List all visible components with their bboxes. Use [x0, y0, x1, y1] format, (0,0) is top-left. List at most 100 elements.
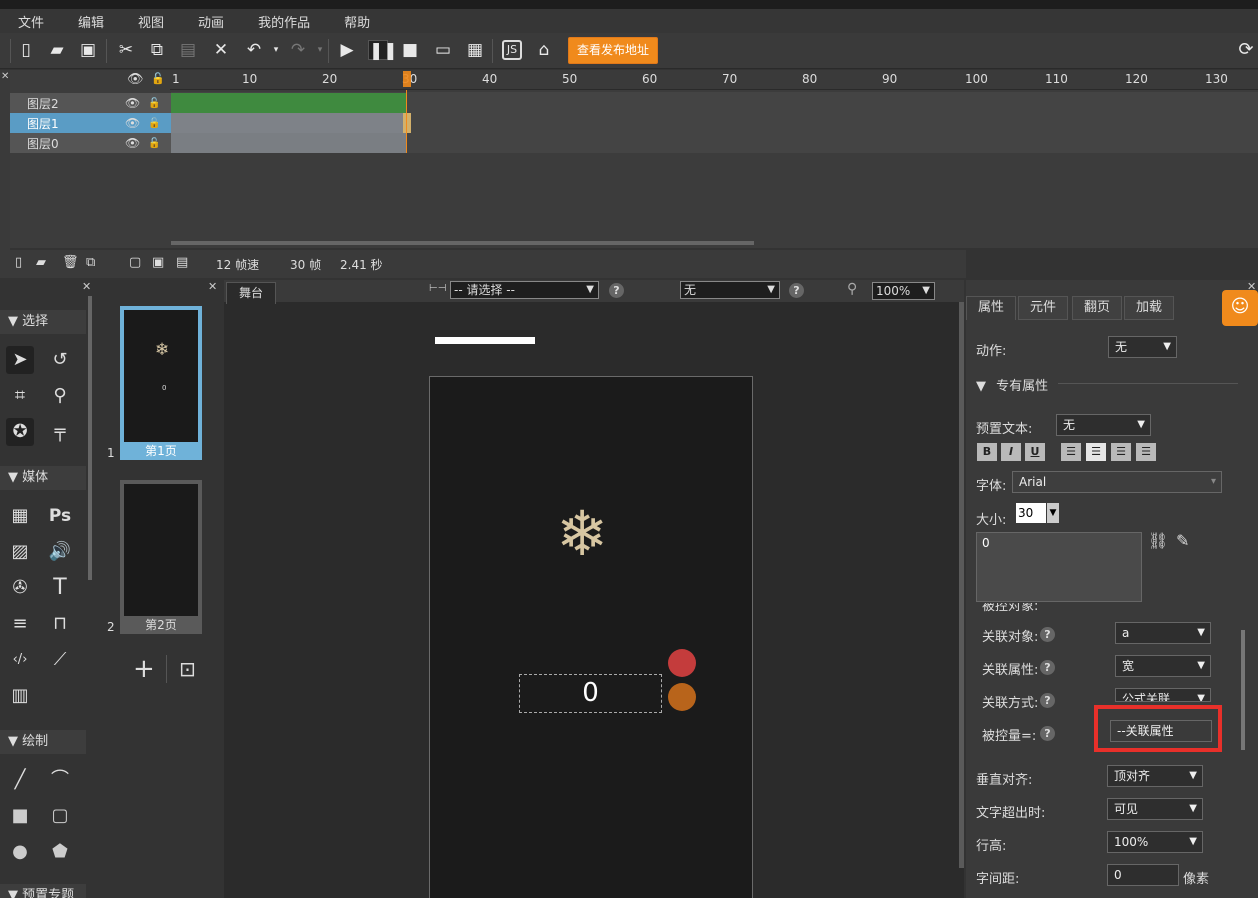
close-timeline-icon[interactable]: ✕: [1, 71, 9, 82]
trash-icon[interactable]: 🗑: [62, 255, 79, 270]
guide-tool-icon[interactable]: ╤: [46, 418, 74, 446]
polygon-tool-icon[interactable]: ⬟: [46, 838, 74, 866]
preview-icon[interactable]: ▭: [433, 40, 453, 60]
help-icon[interactable]: ?: [1040, 627, 1055, 642]
eye-all-icon[interactable]: 👁: [127, 72, 144, 87]
save-icon[interactable]: ▣: [78, 40, 98, 60]
frame-icon[interactable]: ▢: [129, 255, 141, 270]
transform-tool-icon[interactable]: ⌗: [6, 382, 34, 410]
redo-dropdown-icon[interactable]: ▾: [310, 40, 330, 60]
align-right-icon[interactable]: ☰: [1111, 443, 1131, 461]
valign-select[interactable]: 顶对齐 ▼: [1107, 765, 1203, 787]
zoom-tool-icon[interactable]: ⚲: [46, 382, 74, 410]
frame-remove-icon[interactable]: ▤: [176, 255, 188, 270]
page-thumb[interactable]: ❄ 0 第1页: [120, 306, 202, 460]
media-section-head[interactable]: ▼ 媒体: [0, 466, 86, 490]
object-select[interactable]: -- 请选择 -- ▼: [450, 281, 599, 299]
copy-icon[interactable]: ⧉: [147, 40, 167, 60]
pointer-tool-icon[interactable]: ➤: [6, 346, 34, 374]
menu-edit[interactable]: 编辑: [78, 12, 104, 31]
counter-text[interactable]: 0: [519, 674, 662, 713]
tab-loading[interactable]: 加载: [1124, 296, 1174, 320]
red-circle[interactable]: [668, 649, 696, 677]
symbol-tool-icon[interactable]: ✪: [6, 418, 34, 446]
align-left-icon[interactable]: ☰: [1061, 443, 1081, 461]
view-publish-address-button[interactable]: 查看发布地址: [568, 37, 658, 64]
layer1-frames[interactable]: [171, 113, 407, 133]
help-icon[interactable]: ?: [1040, 726, 1055, 741]
help-icon[interactable]: ?: [1040, 693, 1055, 708]
white-bar-shape[interactable]: [435, 337, 535, 344]
open-folder-icon[interactable]: ▰: [47, 40, 67, 60]
draw-section-head[interactable]: ▼ 绘制: [0, 730, 86, 754]
edit-pencil-icon[interactable]: ✎: [1176, 531, 1189, 550]
frame-add-icon[interactable]: ▣: [152, 255, 164, 270]
tab-symbols[interactable]: 元件: [1018, 296, 1068, 320]
subpanel-scrollbar[interactable]: [1241, 630, 1245, 750]
section-header[interactable]: ▼ 专有属性: [976, 375, 1048, 394]
eye-icon[interactable]: 👁: [125, 136, 140, 150]
video-icon[interactable]: ✇: [6, 574, 34, 602]
layer-row[interactable]: 图层2 👁 🔓: [10, 93, 171, 113]
menu-file[interactable]: 文件: [18, 12, 44, 31]
keyframe[interactable]: [403, 113, 411, 133]
align-center-icon[interactable]: ☰: [1086, 443, 1106, 461]
text-tool-icon[interactable]: T: [46, 574, 74, 602]
tab-stage[interactable]: 舞台: [226, 282, 276, 304]
zoom-select[interactable]: 100% ▼: [872, 282, 935, 300]
size-input[interactable]: 30: [1016, 503, 1046, 523]
stage-canvas[interactable]: [429, 376, 753, 898]
effect-select[interactable]: 无 ▼: [680, 281, 780, 299]
bind-object-select[interactable]: a ▼: [1115, 622, 1211, 644]
action-select[interactable]: 无 ▼: [1108, 336, 1177, 358]
lock-icon[interactable]: 🔓: [148, 138, 160, 149]
delete-icon[interactable]: ✕: [211, 40, 231, 60]
paste-icon[interactable]: ▤: [178, 40, 198, 60]
rounded-rect-tool-icon[interactable]: ▢: [46, 802, 74, 830]
image-icon[interactable]: ▨: [6, 538, 34, 566]
font-select[interactable]: Arial ▾: [1012, 471, 1222, 493]
slideshow-icon[interactable]: ▥: [6, 682, 34, 710]
lineheight-select[interactable]: 100% ▼: [1107, 831, 1203, 853]
timeline-scrollbar[interactable]: [171, 241, 754, 245]
add-page-icon[interactable]: +: [133, 654, 155, 684]
help-icon[interactable]: ?: [789, 283, 804, 298]
undo-icon[interactable]: ↶: [244, 40, 264, 60]
page-thumb[interactable]: 第2页: [120, 480, 202, 634]
select-section-head[interactable]: ▼ 选择: [0, 310, 86, 334]
close-tools-icon[interactable]: ✕: [82, 280, 91, 293]
text-content-area[interactable]: 0: [976, 532, 1142, 602]
code-icon[interactable]: ‹/›: [6, 646, 34, 674]
grid-apps-icon[interactable]: ▦: [6, 502, 34, 530]
sync-icon[interactable]: ⟳: [1236, 40, 1256, 60]
menu-animation[interactable]: 动画: [198, 12, 224, 31]
chart-icon[interactable]: ⟋: [46, 646, 74, 674]
layer-row[interactable]: 图层0 👁 🔓: [10, 133, 171, 153]
feedback-chat-icon[interactable]: ☺: [1222, 290, 1258, 326]
pause-icon[interactable]: ❚❚: [368, 40, 398, 61]
play-icon[interactable]: ▶: [337, 40, 357, 60]
subselect-tool-icon[interactable]: ↺: [46, 346, 74, 374]
lock-icon[interactable]: 🔓: [148, 118, 160, 129]
help-icon[interactable]: ?: [1040, 660, 1055, 675]
align-icon[interactable]: ⊢⊣: [429, 283, 446, 294]
qrcode-icon[interactable]: ▦: [465, 40, 485, 60]
tab-pageturn[interactable]: 翻页: [1072, 296, 1122, 320]
bind-mode-select[interactable]: 公式关联 ▼: [1115, 688, 1211, 702]
bind-property-select[interactable]: 宽 ▼: [1115, 655, 1211, 677]
menu-help[interactable]: 帮助: [344, 12, 370, 31]
close-pages-icon[interactable]: ✕: [208, 280, 217, 293]
menu-view[interactable]: 视图: [138, 12, 164, 31]
undo-dropdown-icon[interactable]: ▾: [266, 40, 286, 60]
folder-layer-icon[interactable]: ▰: [36, 255, 46, 270]
layer-row[interactable]: 图层1 👁 🔓: [10, 113, 171, 133]
lock-icon[interactable]: 🔓: [148, 98, 160, 109]
menu-my-works[interactable]: 我的作品: [258, 12, 310, 31]
js-icon[interactable]: JS: [502, 40, 522, 60]
curve-tool-icon[interactable]: ⌒: [46, 766, 74, 794]
playhead-marker[interactable]: [403, 71, 411, 87]
insert-page-icon[interactable]: ⊡: [179, 657, 196, 681]
tab-properties[interactable]: 属性: [966, 296, 1016, 320]
circle-tool-icon[interactable]: ●: [6, 838, 34, 866]
bold-icon[interactable]: B: [977, 443, 997, 461]
